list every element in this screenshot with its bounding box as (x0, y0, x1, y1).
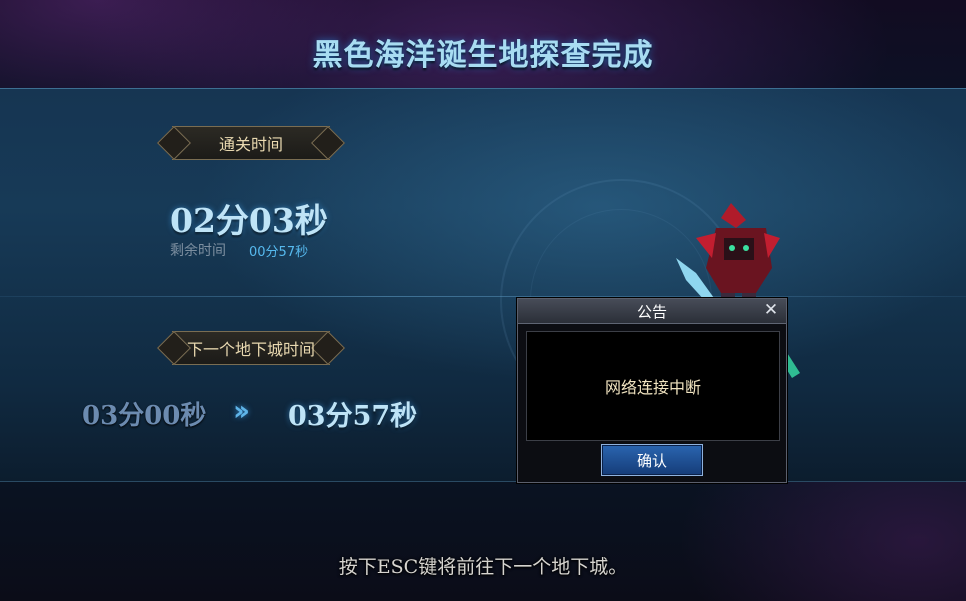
next-dungeon-label: 下一个地下城时间 (186, 340, 315, 359)
clear-time-value: 02分03秒 (170, 201, 328, 240)
page-title: 黑色海洋诞生地探查完成 (312, 38, 654, 73)
remaining-time-value: 00分57秒 (249, 245, 309, 260)
confirm-button[interactable]: 确认 (601, 444, 703, 476)
clear-time-label: 通关时间 (218, 135, 283, 154)
dialog-message: 网络连接中断 (604, 378, 701, 397)
next-dungeon-to-time: 03分57秒 (288, 401, 418, 432)
dialog-message-box: 网络连接中断 (526, 331, 780, 441)
esc-prompt: 按下ESC键将前往下一个地下城。 (338, 556, 628, 578)
next-dungeon-from-time: 03分00秒 (82, 401, 207, 431)
dialog-titlebar: 公告 (518, 299, 786, 324)
dialog-title: 公告 (636, 302, 667, 321)
notice-dialog: 公告 ✕ 网络连接中断 确认 (517, 298, 787, 483)
close-icon[interactable]: ✕ (762, 301, 780, 319)
clear-time-tag: 通关时间 (157, 126, 345, 160)
panel-divider (0, 296, 966, 297)
remaining-time-label: 剩余时间 (170, 243, 226, 259)
next-dungeon-tag: 下一个地下城时间 (157, 331, 345, 365)
double-chevron-right-icon: ›› (233, 394, 250, 427)
